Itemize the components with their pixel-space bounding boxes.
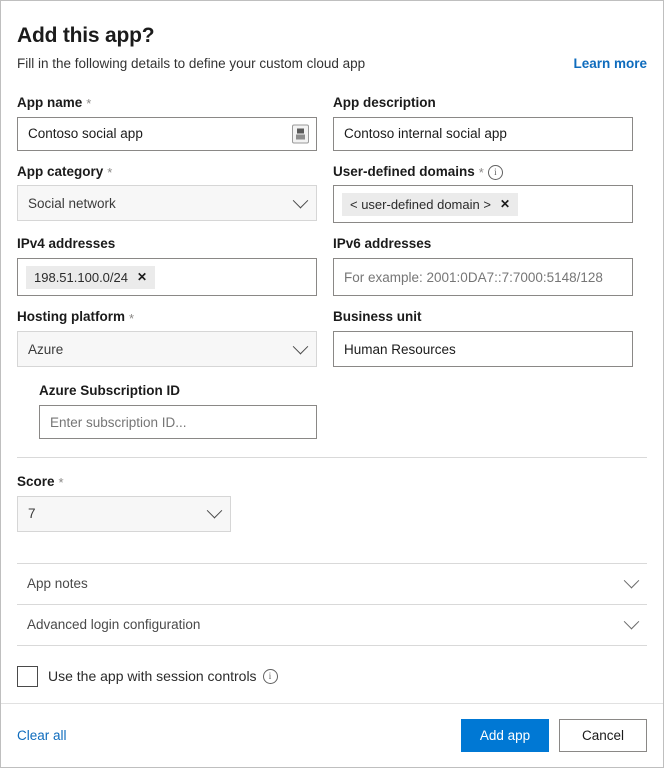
app-description-label-text: App description — [333, 94, 436, 110]
required-asterisk: * — [107, 164, 113, 180]
page-title: Add this app? — [17, 24, 155, 47]
field-app-description: App description Contoso internal social … — [333, 95, 633, 151]
chevron-down-icon — [292, 338, 309, 355]
accordion-group: App notes Advanced login configuration — [17, 562, 647, 646]
chevron-down-icon — [292, 192, 309, 209]
business-unit-label-text: Business unit — [333, 309, 422, 325]
azure-subscription-id-input[interactable] — [39, 405, 317, 440]
hosting-platform-selected-value: Azure — [28, 341, 64, 357]
field-ipv4-addresses: IPv4 addresses 198.51.100.0/24 ✕ — [17, 236, 317, 297]
dialog-footer: Clear all Add app Cancel — [1, 703, 663, 767]
domain-chip[interactable]: < user-defined domain > ✕ — [342, 192, 518, 217]
score-select-wrap: 7 — [17, 495, 231, 532]
app-description-label: App description — [333, 95, 633, 112]
ipv6-addresses-input[interactable] — [333, 258, 633, 297]
dialog-header: Add this app? Fill in the following deta… — [1, 1, 663, 73]
accordion-app-notes[interactable]: App notes — [17, 562, 647, 604]
form-column-left: App name * Contoso social app App catego… — [17, 95, 317, 237]
dialog-subtitle: Fill in the following details to define … — [17, 56, 366, 72]
business-unit-label: Business unit — [333, 309, 633, 326]
session-controls-label-text: Use the app with session controls — [48, 668, 257, 685]
ipv4-addresses-label-text: IPv4 addresses — [17, 236, 116, 252]
business-unit-input[interactable]: Human Resources — [333, 331, 633, 368]
app-category-label: App category * — [17, 164, 317, 181]
required-asterisk: * — [478, 164, 484, 180]
field-user-defined-domains: User-defined domains * i < user-defined … — [333, 164, 633, 224]
score-select[interactable]: 7 — [17, 495, 231, 532]
ipv6-addresses-label-text: IPv6 addresses — [333, 236, 432, 252]
section-divider — [17, 457, 647, 459]
form-fill-icon-glyph — [296, 128, 305, 140]
user-defined-domains-label: User-defined domains * i — [333, 164, 633, 181]
app-form: App name * Contoso social app App catego… — [1, 95, 663, 440]
session-controls-label: Use the app with session controls i — [48, 668, 278, 684]
field-business-unit: Business unit Human Resources — [333, 309, 633, 368]
azure-subscription-id-label-text: Azure Subscription ID — [39, 383, 181, 399]
hosting-platform-label: Hosting platform * — [17, 309, 317, 326]
score-label-text: Score — [17, 474, 55, 490]
hosting-platform-select[interactable]: Azure — [17, 331, 317, 368]
user-defined-domains-label-text: User-defined domains — [333, 163, 475, 179]
form-fill-icon-bar-top — [297, 128, 304, 134]
app-name-label-text: App name — [17, 94, 83, 110]
form-column-right: App description Contoso internal social … — [333, 95, 633, 237]
chevron-down-icon — [623, 614, 640, 630]
form-fill-icon-bar-bottom — [296, 134, 305, 140]
required-asterisk: * — [58, 475, 64, 491]
app-name-input-wrap: Contoso social app — [17, 116, 317, 151]
chevron-down-icon — [623, 573, 640, 589]
form-column-right-2: IPv6 addresses Business unit Human Resou… — [333, 236, 633, 439]
form-fill-icon[interactable] — [292, 124, 309, 144]
app-name-input[interactable]: Contoso social app — [17, 116, 317, 151]
learn-more-link[interactable]: Learn more — [573, 56, 647, 71]
ipv4-chip-label: 198.51.100.0/24 — [34, 269, 128, 285]
chevron-down-icon — [206, 503, 223, 519]
form-row-2: IPv4 addresses 198.51.100.0/24 ✕ Hosting… — [17, 236, 647, 440]
field-hosting-platform: Hosting platform * Azure — [17, 309, 317, 368]
form-column-left-2: IPv4 addresses 198.51.100.0/24 ✕ Hosting… — [17, 236, 317, 440]
session-controls-checkbox[interactable] — [17, 665, 38, 687]
app-description-input[interactable]: Contoso internal social app — [333, 116, 633, 151]
required-asterisk: * — [86, 96, 92, 112]
ipv6-addresses-label: IPv6 addresses — [333, 236, 633, 253]
ipv4-chip[interactable]: 198.51.100.0/24 ✕ — [26, 265, 156, 290]
chip-remove-icon[interactable]: ✕ — [500, 198, 510, 210]
accordion-advanced-login-configuration-label: Advanced login configuration — [27, 617, 201, 633]
clear-all-link[interactable]: Clear all — [17, 728, 67, 743]
footer-buttons: Add app Cancel — [461, 719, 647, 752]
hosting-platform-label-text: Hosting platform — [17, 309, 125, 325]
field-app-name: App name * Contoso social app — [17, 95, 317, 151]
app-name-label: App name * — [17, 95, 317, 112]
score-section: Score * 7 — [1, 474, 663, 532]
chip-remove-icon[interactable]: ✕ — [137, 271, 147, 283]
subtitle-row: Fill in the following details to define … — [17, 55, 647, 73]
ipv4-addresses-tokenbox[interactable]: 198.51.100.0/24 ✕ — [17, 258, 317, 297]
add-app-button[interactable]: Add app — [461, 719, 549, 752]
required-asterisk: * — [129, 310, 135, 326]
app-category-select[interactable]: Social network — [17, 185, 317, 222]
ipv4-addresses-label: IPv4 addresses — [17, 236, 317, 253]
accordion-advanced-login-configuration[interactable]: Advanced login configuration — [17, 603, 647, 646]
info-icon[interactable]: i — [487, 164, 503, 180]
azure-subscription-id-label: Azure Subscription ID — [39, 383, 317, 400]
field-app-category: App category * Social network — [17, 164, 317, 222]
user-defined-domains-tokenbox[interactable]: < user-defined domain > ✕ — [333, 185, 633, 224]
app-category-selected-value: Social network — [28, 195, 116, 211]
cancel-button[interactable]: Cancel — [559, 719, 647, 752]
field-ipv6-addresses: IPv6 addresses — [333, 236, 633, 297]
score-selected-value: 7 — [28, 506, 36, 522]
app-category-label-text: App category — [17, 163, 104, 179]
form-row-1: App name * Contoso social app App catego… — [17, 95, 647, 237]
field-azure-subscription-id: Azure Subscription ID — [39, 383, 317, 440]
info-icon[interactable]: i — [262, 668, 278, 684]
domain-chip-label: < user-defined domain > — [350, 196, 491, 212]
accordion-app-notes-label: App notes — [27, 576, 88, 592]
score-label: Score * — [17, 474, 647, 491]
session-controls-row: Use the app with session controls i — [17, 665, 647, 687]
add-app-dialog: Add this app? Fill in the following deta… — [0, 0, 664, 768]
